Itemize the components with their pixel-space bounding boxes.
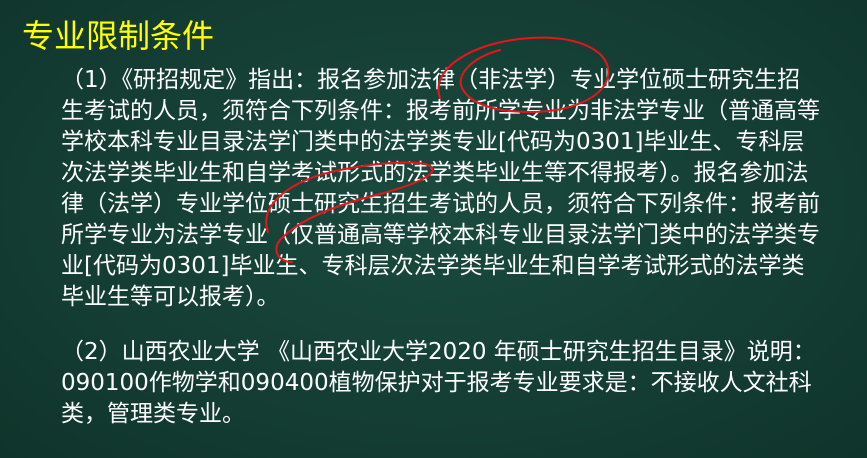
paragraph-2: （2）山西农业大学 《山西农业大学2020 年硕士研究生招生目录》说明：0901… [61,339,816,427]
paragraph-1: （1）《研招规定》指出：报名参加法律（非法学）专业学位硕士研究生招生考试的人员，… [61,67,820,310]
slide: 专业限制条件 （1）《研招规定》指出：报名参加法律（非法学）专业学位硕士研究生招… [0,0,867,458]
slide-title: 专业限制条件 [22,17,215,55]
